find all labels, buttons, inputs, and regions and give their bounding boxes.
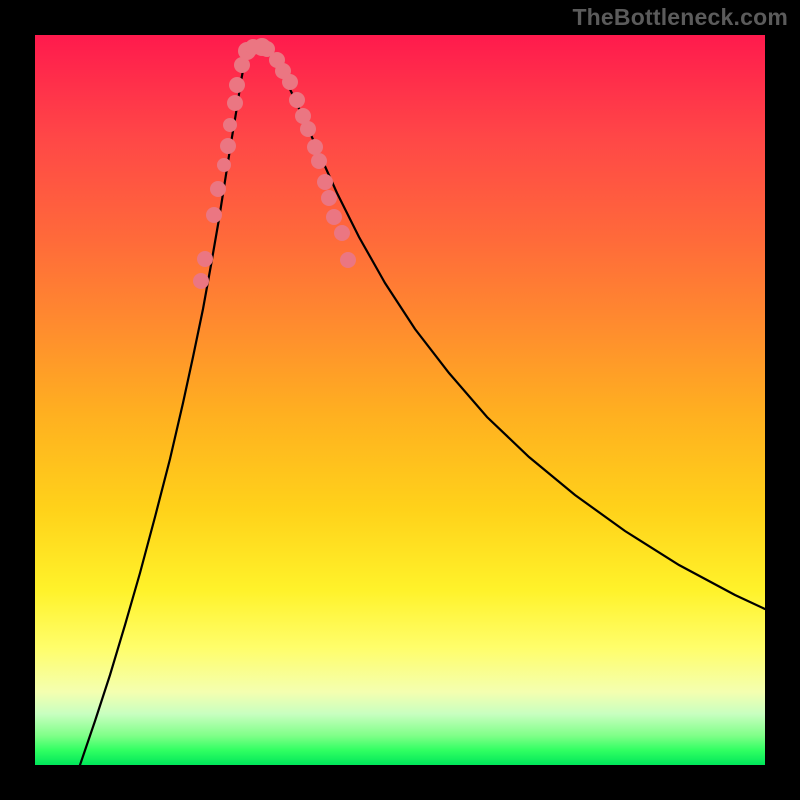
data-point — [223, 118, 237, 132]
data-point — [289, 92, 305, 108]
data-point — [193, 273, 209, 289]
data-point — [217, 158, 231, 172]
data-point — [227, 95, 243, 111]
watermark-text: TheBottleneck.com — [572, 4, 788, 31]
data-point — [206, 207, 222, 223]
data-point — [197, 251, 213, 267]
data-point — [334, 225, 350, 241]
curve-right — [248, 45, 765, 609]
data-point — [340, 252, 356, 268]
data-points — [193, 38, 356, 289]
curve-left — [80, 48, 248, 765]
data-point — [317, 174, 333, 190]
chart-overlay — [35, 35, 765, 765]
chart-frame: TheBottleneck.com — [0, 0, 800, 800]
data-point — [210, 181, 226, 197]
data-point — [229, 77, 245, 93]
data-point — [311, 153, 327, 169]
data-point — [300, 121, 316, 137]
data-point — [307, 139, 323, 155]
data-point — [282, 74, 298, 90]
data-point — [220, 138, 236, 154]
data-point — [326, 209, 342, 225]
data-point — [321, 190, 337, 206]
